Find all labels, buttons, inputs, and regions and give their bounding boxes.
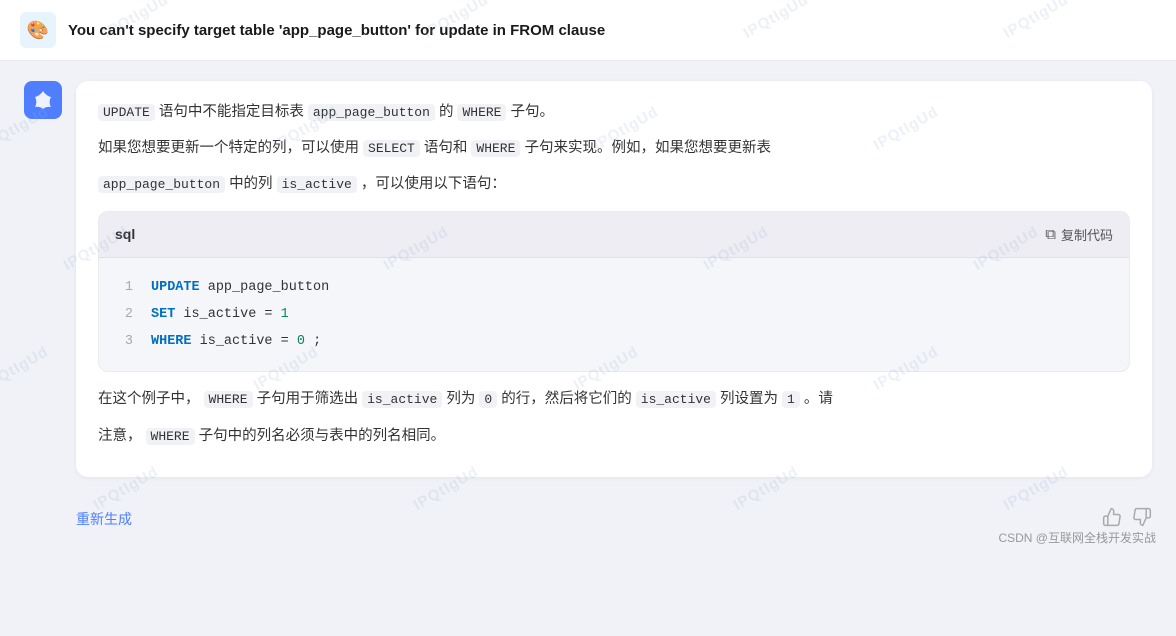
keyword-set: SET [151, 307, 175, 322]
code-number: 0 [297, 334, 305, 349]
line-number: 3 [119, 328, 133, 355]
inline-code-where: WHERE [457, 104, 506, 121]
inline-code-where3: WHERE [204, 391, 253, 408]
inline-code-table2: app_page_button [98, 176, 225, 193]
text-span: 语句和 [424, 140, 472, 156]
text-span: ，可以使用以下语句： [361, 176, 506, 192]
footer-credit: CSDN @互联网全栈开发实战 [998, 529, 1156, 546]
code-text: ; [313, 334, 321, 349]
code-content: UPDATE app_page_button [151, 274, 329, 301]
code-line-3: 3 WHERE is_active = 0 ; [119, 328, 1109, 355]
inline-code-table: app_page_button [308, 104, 435, 121]
code-language: sql [115, 222, 135, 247]
inline-code-one: 1 [782, 391, 800, 408]
copy-icon: ⧉ [1045, 226, 1056, 243]
text-span: 。请 [804, 391, 833, 407]
inline-code-is-active3: is_active [636, 391, 716, 408]
text-span: 中的列 [229, 176, 277, 192]
text-span: 的 [439, 104, 458, 120]
inline-code-is-active: is_active [277, 176, 357, 193]
text-line-3: app_page_button 中的列 is_active ，可以使用以下语句： [98, 171, 1130, 197]
page-title: You can't specify target table 'app_page… [68, 22, 1156, 39]
copy-button[interactable]: ⧉ 复制代码 [1045, 225, 1113, 244]
logo: 🎨 [20, 12, 56, 48]
text-span: 在这个例子中， [98, 391, 200, 407]
message-block: UPDATE 语句中不能指定目标表 app_page_button 的 WHER… [24, 81, 1152, 477]
line-number: 1 [119, 274, 133, 301]
avatar [24, 81, 62, 119]
code-text: is_active = [200, 334, 297, 349]
code-line-2: 2 SET is_active = 1 [119, 301, 1109, 328]
text-span: 子句。 [511, 104, 555, 120]
text-span: 的行，然后将它们的 [501, 391, 636, 407]
code-block: sql ⧉ 复制代码 1 UPDATE app_page_button [98, 211, 1130, 372]
text-span: 列设置为 [720, 391, 782, 407]
text-span: 列为 [446, 391, 479, 407]
text-span: 如果您想要更新一个特定的列，可以使用 [98, 140, 363, 156]
text-line-5: 在这个例子中， WHERE 子句用于筛选出 is_active 列为 0 的行，… [98, 386, 1130, 412]
text-line-1: UPDATE 语句中不能指定目标表 app_page_button 的 WHER… [98, 99, 1130, 125]
main-content: UPDATE 语句中不能指定目标表 app_page_button 的 WHER… [0, 61, 1176, 556]
action-row: 重新生成 [24, 497, 1152, 536]
inline-code-where4: WHERE [146, 428, 195, 445]
code-line-1: 1 UPDATE app_page_button [119, 274, 1109, 301]
code-text: app_page_button [208, 280, 330, 295]
text-line-2: 如果您想要更新一个特定的列，可以使用 SELECT 语句和 WHERE 子句来实… [98, 135, 1130, 161]
inline-code-where2: WHERE [471, 140, 520, 157]
text-span: 注意， [98, 428, 142, 444]
code-content: SET is_active = 1 [151, 301, 289, 328]
header: 🎨 You can't specify target table 'app_pa… [0, 0, 1176, 61]
keyword-update: UPDATE [151, 280, 200, 295]
text-span: 子句来实现。例如，如果您想要更新表 [524, 140, 771, 156]
message-content: UPDATE 语句中不能指定目标表 app_page_button 的 WHER… [76, 81, 1152, 477]
inline-code-zero: 0 [479, 391, 497, 408]
code-body: 1 UPDATE app_page_button 2 SET is_active… [99, 258, 1129, 371]
text-span: 子句用于筛选出 [257, 391, 363, 407]
code-block-header: sql ⧉ 复制代码 [99, 212, 1129, 258]
text-span: 子句中的列名必须与表中的列名相同。 [199, 428, 446, 444]
inline-code-update: UPDATE [98, 104, 155, 121]
inline-code-select: SELECT [363, 140, 420, 157]
inline-code-is-active2: is_active [362, 391, 442, 408]
line-number: 2 [119, 301, 133, 328]
copy-label: 复制代码 [1061, 225, 1113, 244]
text-line-6: 注意， WHERE 子句中的列名必须与表中的列名相同。 [98, 423, 1130, 449]
logo-icon: 🎨 [27, 20, 49, 41]
keyword-where: WHERE [151, 334, 192, 349]
code-text: is_active = [183, 307, 280, 322]
regenerate-button[interactable]: 重新生成 [76, 509, 132, 529]
code-content: WHERE is_active = 0 ; [151, 328, 321, 355]
text-span: 语句中不能指定目标表 [159, 104, 308, 120]
code-number: 1 [281, 307, 289, 322]
